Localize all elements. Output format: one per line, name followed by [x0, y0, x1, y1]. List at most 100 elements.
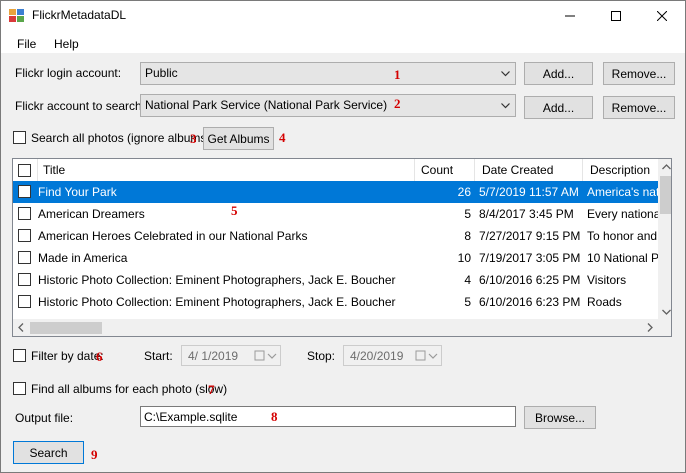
calendar-dropdown-icon [415, 350, 438, 361]
album-title: American Heroes Celebrated in our Nation… [38, 229, 308, 243]
row-checkbox[interactable] [18, 229, 31, 242]
marker-6: 6 [96, 349, 103, 364]
column-date-created[interactable]: Date Created [475, 159, 583, 182]
chevron-down-icon [501, 71, 510, 77]
minimize-button[interactable] [547, 1, 593, 31]
row-checkbox[interactable] [18, 273, 31, 286]
album-title: Historic Photo Collection: Eminent Photo… [38, 295, 396, 309]
login-add-button[interactable]: Add... [524, 62, 593, 85]
filter-date-checkbox[interactable] [13, 349, 26, 362]
scroll-down-icon[interactable] [662, 309, 671, 315]
scroll-up-icon[interactable] [662, 164, 671, 170]
album-count: 10 [457, 251, 471, 265]
search-all-checkbox[interactable] [13, 131, 26, 144]
marker-2: 2 [394, 96, 401, 111]
stop-date-picker[interactable]: 4/20/2019 [343, 345, 442, 366]
output-file-value: C:\Example.sqlite [144, 410, 238, 424]
close-button[interactable] [639, 1, 685, 31]
search-account-remove-button[interactable]: Remove... [603, 96, 675, 119]
app-icon [9, 9, 24, 22]
login-account-combo[interactable]: Public [140, 62, 516, 85]
album-count: 5 [464, 207, 471, 221]
maximize-button[interactable] [593, 1, 639, 31]
title-bar[interactable]: FlickrMetadataDL [1, 1, 685, 31]
album-description: Roads [587, 295, 622, 309]
vertical-scrollbar[interactable] [658, 159, 671, 321]
calendar-dropdown-icon [254, 350, 277, 361]
scroll-left-icon[interactable] [18, 323, 24, 332]
filter-date-label: Filter by date: [31, 349, 104, 363]
header-select-all[interactable] [13, 159, 38, 182]
album-title: Made in America [38, 251, 128, 265]
search-button[interactable]: Search [13, 441, 84, 464]
row-checkbox[interactable] [18, 251, 31, 264]
find-all-albums-checkbox[interactable] [13, 382, 26, 395]
horizontal-scrollbar[interactable] [13, 319, 658, 336]
marker-9: 9 [91, 447, 98, 462]
scroll-corner [658, 319, 671, 336]
marker-7: 7 [208, 382, 215, 397]
album-count: 8 [464, 229, 471, 243]
album-date: 5/7/2019 11:57 AM [479, 185, 579, 199]
album-date: 6/10/2016 6:23 PM [479, 295, 581, 309]
album-title: Historic Photo Collection: Eminent Photo… [38, 273, 396, 287]
table-row[interactable]: Find Your Park 26 5/7/2019 11:57 AM Amer… [13, 181, 658, 203]
table-row[interactable]: American Heroes Celebrated in our Nation… [13, 225, 658, 247]
album-description: 10 National Parks [587, 251, 658, 265]
login-remove-button[interactable]: Remove... [603, 62, 675, 85]
select-all-checkbox[interactable] [18, 164, 31, 177]
column-count[interactable]: Count [415, 159, 475, 182]
table-row[interactable]: Historic Photo Collection: Eminent Photo… [13, 291, 658, 313]
vertical-scroll-thumb[interactable] [660, 176, 671, 214]
maximize-icon [611, 11, 621, 21]
album-date: 8/4/2017 3:45 PM [479, 207, 574, 221]
marker-8: 8 [271, 409, 278, 424]
album-count: 4 [464, 273, 471, 287]
search-account-value: National Park Service (National Park Ser… [145, 98, 388, 112]
search-account-label: Flickr account to search: [15, 99, 146, 113]
start-date-picker[interactable]: 4/ 1/2019 [181, 345, 281, 366]
scroll-right-icon[interactable] [647, 323, 653, 332]
row-checkbox[interactable] [18, 295, 31, 308]
start-label: Start: [144, 349, 173, 363]
album-date: 7/27/2017 9:15 PM [479, 229, 581, 243]
search-all-label: Search all photos (ignore albums) [31, 131, 211, 145]
row-checkbox[interactable] [18, 207, 31, 220]
album-count: 5 [464, 295, 471, 309]
output-file-label: Output file: [15, 411, 74, 425]
menu-bar: File Help [1, 31, 685, 53]
table-row[interactable]: Historic Photo Collection: Eminent Photo… [13, 269, 658, 291]
menu-help[interactable]: Help [54, 37, 79, 51]
table-row[interactable]: American Dreamers 5 8/4/2017 3:45 PM Eve… [13, 203, 658, 225]
marker-3: 3 [190, 131, 197, 146]
album-description: Visitors [587, 273, 627, 287]
find-all-albums-label: Find all albums for each photo (slow) [31, 382, 228, 396]
album-description: America's national [587, 185, 658, 199]
get-albums-button[interactable]: Get Albums [203, 127, 274, 150]
albums-list-header: Title Count Date Created Description [13, 159, 658, 182]
browse-button[interactable]: Browse... [524, 406, 596, 429]
window-title: FlickrMetadataDL [32, 8, 127, 22]
minimize-icon [565, 15, 575, 17]
album-date: 6/10/2016 6:25 PM [479, 273, 581, 287]
marker-1: 1 [394, 67, 401, 82]
horizontal-scroll-thumb[interactable] [30, 322, 102, 334]
album-description: Every national pa [587, 207, 658, 221]
output-file-input[interactable]: C:\Example.sqlite [140, 406, 516, 427]
search-account-combo[interactable]: National Park Service (National Park Ser… [140, 94, 516, 117]
stop-date-value: 4/20/2019 [350, 349, 404, 363]
marker-5: 5 [231, 203, 238, 218]
menu-file[interactable]: File [17, 37, 36, 51]
app-window: FlickrMetadataDL File Help Flickr login … [0, 0, 686, 473]
chevron-down-icon [501, 103, 510, 109]
albums-list[interactable]: Title Count Date Created Description Fin… [12, 158, 672, 337]
album-title: American Dreamers [38, 207, 145, 221]
album-title: Find Your Park [38, 185, 117, 199]
search-account-add-button[interactable]: Add... [524, 96, 593, 119]
row-checkbox[interactable] [18, 185, 31, 198]
table-row[interactable]: Made in America 10 7/19/2017 3:05 PM 10 … [13, 247, 658, 269]
column-title[interactable]: Title [38, 159, 415, 182]
marker-4: 4 [279, 130, 286, 145]
stop-label: Stop: [307, 349, 336, 363]
album-date: 7/19/2017 3:05 PM [479, 251, 581, 265]
